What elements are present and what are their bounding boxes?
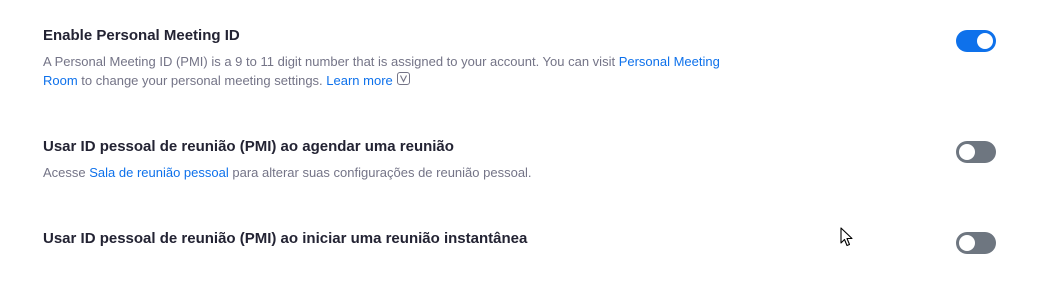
setting-title: Enable Personal Meeting ID <box>43 27 240 44</box>
pmi-instant-toggle[interactable] <box>956 232 996 254</box>
learn-more-link[interactable]: Learn more <box>326 73 392 88</box>
personal-meeting-room-link[interactable]: Sala de reunião pessoal <box>89 165 229 180</box>
mouse-pointer-icon <box>840 227 854 252</box>
description-text: Acesse <box>43 165 90 180</box>
toggle-knob <box>959 235 975 251</box>
toggle-knob <box>977 33 993 49</box>
description-text: para alterar suas configurações de reuni… <box>228 165 532 180</box>
setting-enable-pmi: Enable Personal Meeting ID A Personal Me… <box>43 27 1048 90</box>
setting-pmi-instant: Usar ID pessoal de reunião (PMI) ao inic… <box>43 230 1048 248</box>
description-text: A Personal Meeting ID (PMI) is a 9 to 11… <box>43 54 619 69</box>
setting-description: A Personal Meeting ID (PMI) is a 9 to 11… <box>43 52 723 90</box>
setting-title: Usar ID pessoal de reunião (PMI) ao agen… <box>43 138 454 155</box>
external-link-icon[interactable] <box>396 71 410 90</box>
setting-description: Acesse Sala de reunião pessoal para alte… <box>43 163 723 182</box>
description-text: to change your personal meeting settings… <box>77 73 327 88</box>
toggle-knob <box>959 144 975 160</box>
setting-title: Usar ID pessoal de reunião (PMI) ao inic… <box>43 230 528 247</box>
enable-pmi-toggle[interactable] <box>956 30 996 52</box>
settings-panel: Enable Personal Meeting ID A Personal Me… <box>0 0 1048 292</box>
setting-pmi-schedule: Usar ID pessoal de reunião (PMI) ao agen… <box>43 138 1048 182</box>
pmi-schedule-toggle[interactable] <box>956 141 996 163</box>
